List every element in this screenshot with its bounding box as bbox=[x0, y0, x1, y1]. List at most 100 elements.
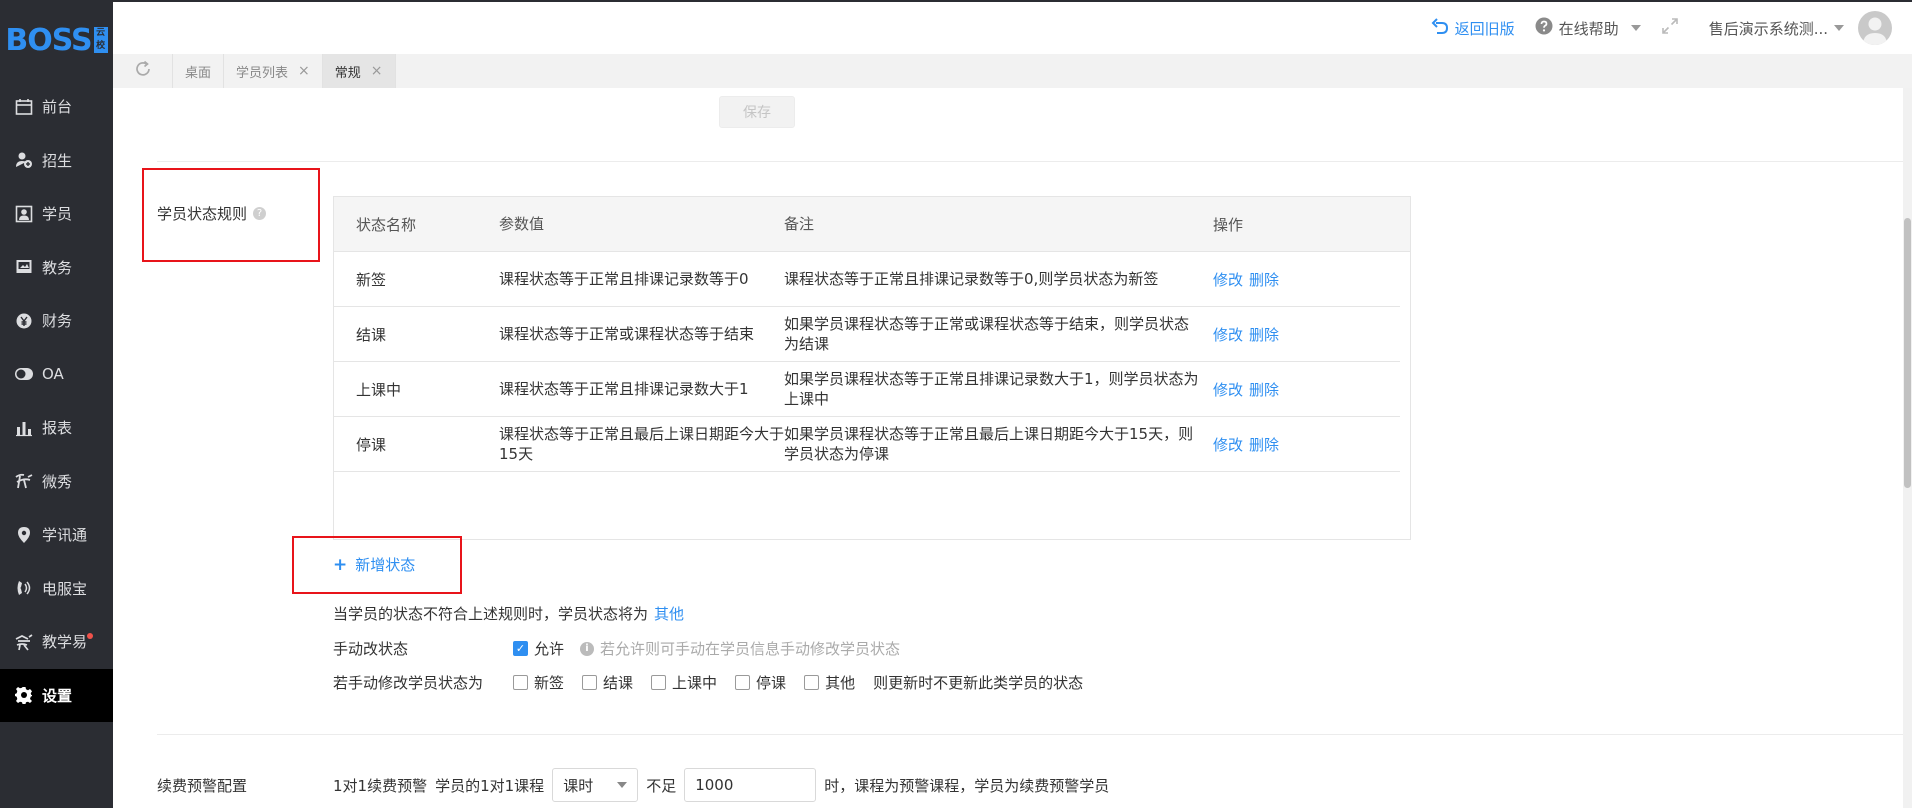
sidebar-item-jiaoxueyi[interactable]: 教学易 bbox=[0, 615, 113, 669]
tab-label: 学员列表 bbox=[236, 65, 289, 81]
sidebar-item-jiaowu[interactable]: 教务 bbox=[0, 241, 113, 295]
edit-link[interactable]: 修改 bbox=[1213, 271, 1243, 289]
status-name: 停课 bbox=[356, 435, 387, 454]
manual-change-label: 手动改状态 bbox=[333, 640, 409, 658]
fallback-status-link[interactable]: 其他 bbox=[654, 603, 684, 624]
sidebar-item-label: 教务 bbox=[42, 258, 73, 277]
refresh-icon bbox=[134, 60, 152, 82]
option-qita[interactable]: 其他 bbox=[804, 672, 855, 693]
back-old-version-link[interactable]: 返回旧版 bbox=[1431, 17, 1515, 39]
row-actions: 修改 删除 bbox=[1213, 324, 1393, 345]
option-tingke[interactable]: 停课 bbox=[735, 672, 786, 693]
logo-text: BOSS bbox=[5, 22, 92, 58]
undo-icon bbox=[1431, 17, 1449, 39]
option-label: 上课中 bbox=[672, 674, 718, 692]
sidebar-item-label: 报表 bbox=[42, 419, 73, 438]
option-shangkezhong[interactable]: 上课中 bbox=[651, 672, 717, 693]
question-icon bbox=[1535, 17, 1553, 39]
sidebar-item-label: 财务 bbox=[42, 312, 73, 331]
add-state-label: 新增状态 bbox=[355, 556, 416, 574]
checkbox[interactable] bbox=[651, 675, 667, 690]
column-header: 操作 bbox=[1213, 215, 1244, 234]
manual-change-hint: i 若允许则可手动在学员信息手动修改学员状态 bbox=[580, 638, 900, 659]
section-label-text: 学员状态规则 bbox=[157, 205, 248, 223]
back-old-label: 返回旧版 bbox=[1454, 19, 1515, 38]
save-button[interactable]: 保存 bbox=[719, 96, 795, 128]
option-xinqian[interactable]: 新签 bbox=[513, 672, 564, 693]
scrollbar-thumb[interactable] bbox=[1904, 218, 1911, 488]
option-jieke[interactable]: 结课 bbox=[582, 672, 633, 693]
sidebar-item-label: 招生 bbox=[42, 151, 73, 170]
user-menu[interactable]: 售后演示系统测... bbox=[1699, 11, 1892, 45]
delete-link[interactable]: 删除 bbox=[1249, 326, 1279, 344]
logo[interactable]: BOSS 云校 bbox=[0, 0, 113, 80]
sidebar-item-oa[interactable]: OA bbox=[0, 348, 113, 402]
row-actions: 修改 删除 bbox=[1213, 379, 1393, 400]
renewal-prefix: 学员的1对1课程 bbox=[435, 776, 545, 795]
close-icon[interactable]: × bbox=[371, 63, 383, 79]
chevron-down-icon bbox=[617, 782, 628, 788]
sidebar-item-xuexuntong[interactable]: 学讯通 bbox=[0, 508, 113, 562]
tab-general[interactable]: 常规 × bbox=[322, 54, 396, 88]
sidebar-item-caiwu[interactable]: 财务 bbox=[0, 294, 113, 348]
sidebar-item-label: 学员 bbox=[42, 205, 73, 224]
checkbox[interactable] bbox=[804, 675, 820, 690]
status-param: 课程状态等于正常且排课记录数等于0 bbox=[499, 270, 749, 288]
sidebar-item-label: OA bbox=[42, 365, 64, 384]
avatar[interactable] bbox=[1858, 11, 1892, 45]
fullscreen-button[interactable] bbox=[1661, 17, 1679, 39]
divider bbox=[157, 161, 1903, 162]
option-label: 停课 bbox=[756, 674, 787, 692]
sidebar-item-dianfubao[interactable]: 电服宝 bbox=[0, 562, 113, 616]
allow-checkbox[interactable]: ✓ bbox=[513, 641, 528, 656]
renewal-item: 1对1续费预警 bbox=[333, 776, 428, 795]
tab-desktop[interactable]: 桌面 bbox=[173, 54, 225, 88]
sidebar-item-label: 电服宝 bbox=[42, 579, 88, 598]
column-header: 参数值 bbox=[499, 215, 545, 233]
renewal-unit-select[interactable]: 课时 bbox=[552, 768, 639, 802]
delete-link[interactable]: 删除 bbox=[1249, 436, 1279, 454]
delete-link[interactable]: 删除 bbox=[1249, 271, 1279, 289]
edit-link[interactable]: 修改 bbox=[1213, 326, 1243, 344]
renewal-value-input[interactable]: 1000 bbox=[684, 768, 817, 802]
option-label: 其他 bbox=[825, 674, 856, 692]
status-param: 课程状态等于正常且排课记录数大于1 bbox=[499, 380, 749, 398]
student-status-rule-label: 学员状态规则 ? bbox=[157, 203, 267, 224]
tab-student-list[interactable]: 学员列表 × bbox=[224, 54, 323, 88]
student-icon bbox=[14, 204, 34, 224]
scrollbar[interactable] bbox=[1903, 88, 1912, 808]
checkbox[interactable] bbox=[582, 675, 598, 690]
close-icon[interactable]: × bbox=[298, 63, 310, 79]
expand-icon bbox=[1661, 17, 1679, 39]
fallback-status-line: 当学员的状态不符合上述规则时，学员状态将为 其他 bbox=[333, 603, 684, 624]
edit-link[interactable]: 修改 bbox=[1213, 436, 1243, 454]
delete-link[interactable]: 删除 bbox=[1249, 381, 1279, 399]
table-header: 状态名称 参数值 备注 操作 bbox=[334, 197, 1410, 252]
renewal-middle: 不足 bbox=[646, 776, 677, 795]
checkbox[interactable] bbox=[513, 675, 528, 690]
status-remark: 如果学员课程状态等于正常且最后上课日期距今大于15天，则学员状态为停课 bbox=[784, 425, 1194, 463]
teach-icon bbox=[14, 632, 34, 652]
sidebar-item-weixiu[interactable]: 微秀 bbox=[0, 455, 113, 509]
checkbox[interactable] bbox=[735, 675, 751, 690]
weixiu-icon bbox=[14, 471, 34, 491]
sidebar-item-label: 教学易 bbox=[42, 633, 88, 652]
refresh-button[interactable] bbox=[113, 54, 173, 88]
bar-chart-icon bbox=[14, 418, 34, 438]
sidebar-item-xueyuan[interactable]: 学员 bbox=[0, 187, 113, 241]
sidebar-item-zhaosheng[interactable]: 招生 bbox=[0, 134, 113, 188]
sidebar-item-qiantai[interactable]: 前台 bbox=[0, 80, 113, 134]
online-help-menu[interactable]: 在线帮助 bbox=[1535, 17, 1641, 39]
question-icon[interactable]: ? bbox=[253, 207, 267, 220]
renewal-warning-row: 续费预警配置 1对1续费预警 学员的1对1课程 课时 不足 1000 时，课程为… bbox=[157, 768, 1109, 802]
option-label: 新签 bbox=[534, 674, 565, 692]
status-remark: 如果学员课程状态等于正常且排课记录数大于1，则学员状态为上课中 bbox=[784, 370, 1199, 408]
sidebar-item-baobiao[interactable]: 报表 bbox=[0, 401, 113, 455]
sidebar-item-shezhi[interactable]: 设置 bbox=[0, 668, 113, 722]
edit-link[interactable]: 修改 bbox=[1213, 381, 1243, 399]
status-remark: 课程状态等于正常且排课记录数等于0,则学员状态为新签 bbox=[784, 270, 1159, 288]
add-state-button[interactable]: + 新增状态 bbox=[333, 554, 415, 575]
status-param: 课程状态等于正常或课程状态等于结束 bbox=[499, 325, 755, 343]
row-actions: 修改 删除 bbox=[1213, 269, 1393, 290]
sidebar-item-label: 学讯通 bbox=[42, 526, 88, 545]
